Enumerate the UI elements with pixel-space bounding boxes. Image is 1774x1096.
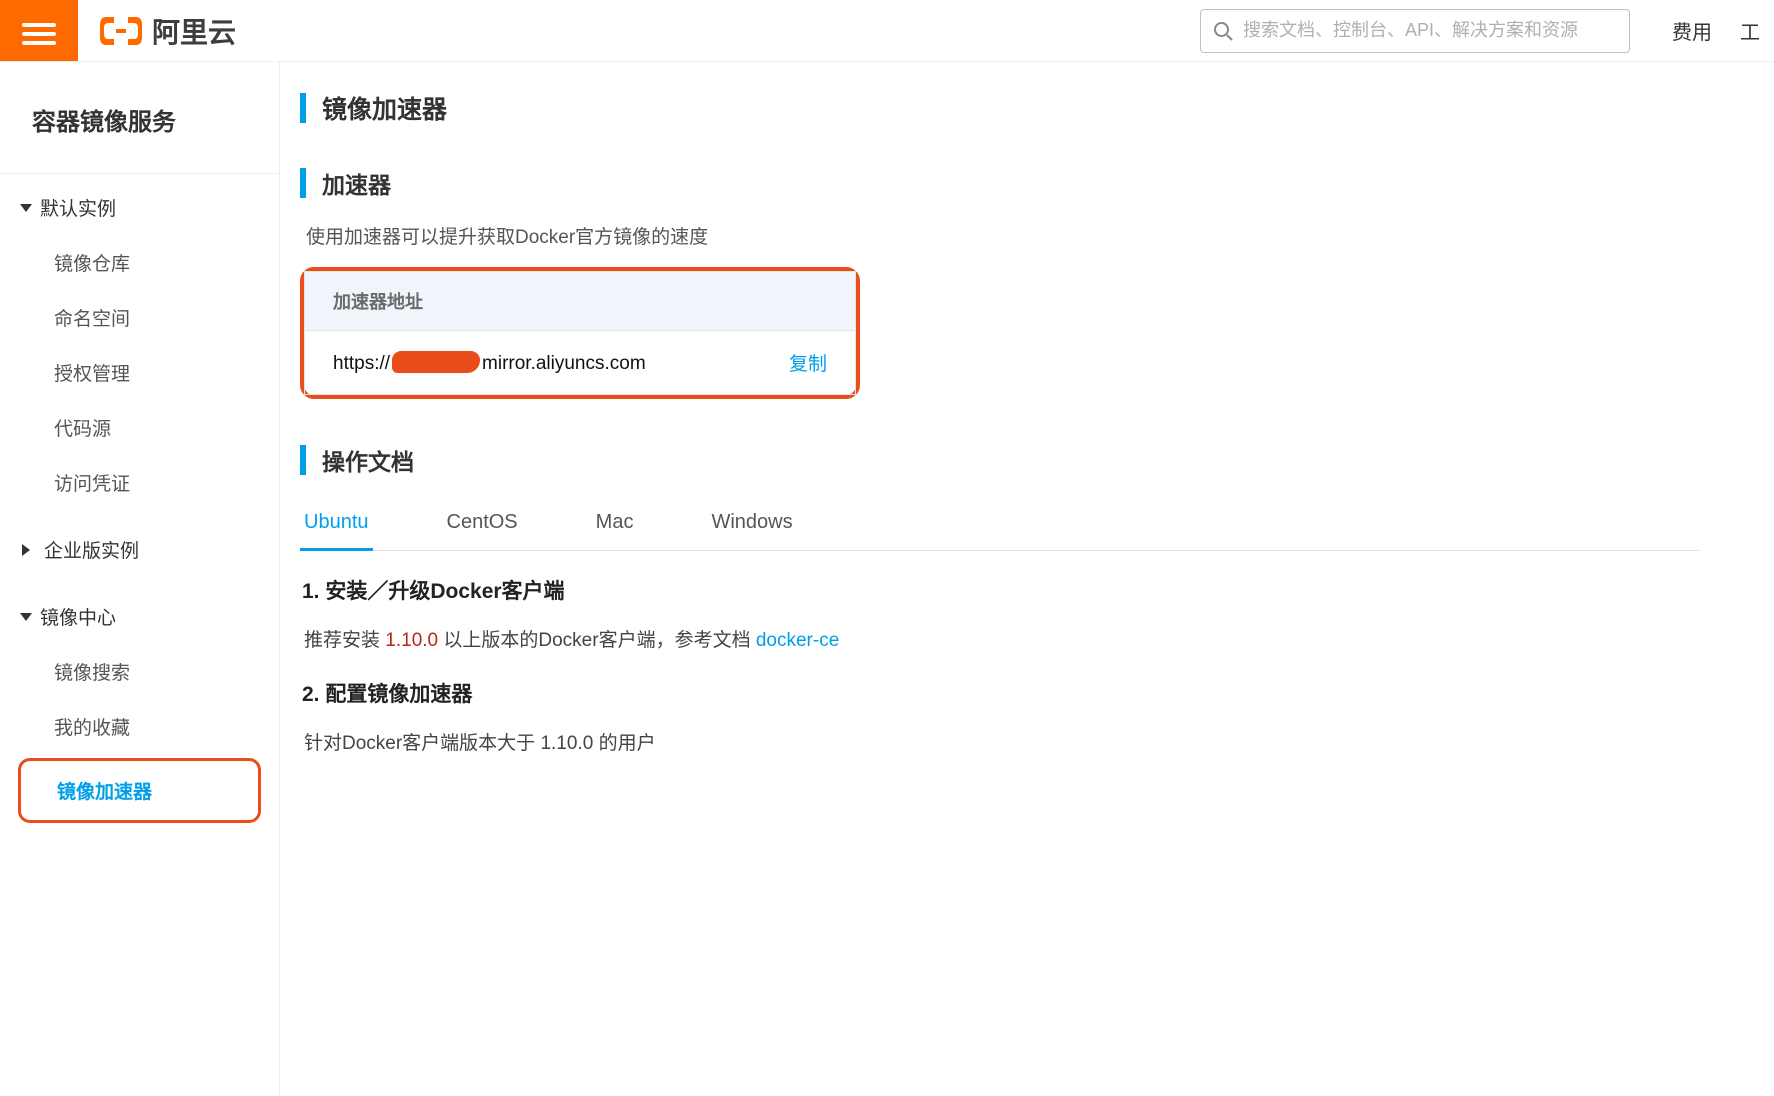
sidebar-item-access-cred[interactable]: 访问凭证: [0, 455, 279, 510]
step1-title: 1. 安装／升级Docker客户端: [302, 575, 1774, 605]
sidebar-item-image-repo[interactable]: 镜像仓库: [0, 235, 279, 290]
search-box[interactable]: [1200, 9, 1630, 53]
sidebar-item-my-fav[interactable]: 我的收藏: [0, 699, 279, 754]
page-title-row: 镜像加速器: [300, 90, 1774, 126]
sidebar-item-code-source[interactable]: 代码源: [0, 400, 279, 455]
sidebar-group-header-image-center[interactable]: 镜像中心: [0, 589, 279, 644]
step1-text: 推荐安装 1.10.0 以上版本的Docker客户端，参考文档 docker-c…: [304, 625, 1774, 652]
nav-work-partial[interactable]: 工: [1726, 16, 1774, 45]
accel-url-suffix: mirror.aliyuncs.com: [482, 353, 646, 374]
step2-title: 2. 配置镜像加速器: [302, 678, 1774, 708]
section-accel-title-row: 加速器: [300, 166, 1774, 200]
main-content: 镜像加速器 加速器 使用加速器可以提升获取Docker官方镜像的速度 加速器地址…: [280, 62, 1774, 1096]
sidebar-group-default-instance: 默认实例 镜像仓库 命名空间 授权管理 代码源 访问凭证: [0, 174, 279, 516]
accel-address-table: 加速器地址 https:// mirror.aliyuncs.com 复制: [304, 271, 856, 395]
sidebar-active-highlight: 镜像加速器: [18, 758, 261, 823]
title-accent-bar: [300, 93, 306, 123]
chevron-right-icon: [22, 544, 36, 556]
page-title: 镜像加速器: [322, 90, 447, 126]
top-nav: 阿里云 费用 工: [0, 0, 1774, 62]
section-doc-title: 操作文档: [322, 443, 414, 477]
search-input[interactable]: [1243, 20, 1617, 41]
nav-cost[interactable]: 费用: [1658, 16, 1726, 45]
title-accent-bar: [300, 168, 306, 198]
sidebar-group-label: 镜像中心: [40, 603, 116, 630]
section-accel-title: 加速器: [322, 166, 391, 200]
redacted-mark-icon: [392, 351, 480, 373]
sidebar-group-header-enterprise[interactable]: 企业版实例: [0, 522, 279, 577]
sidebar-group-label: 默认实例: [40, 194, 116, 221]
tab-mac[interactable]: Mac: [592, 499, 638, 550]
search-icon: [1213, 21, 1233, 41]
section-doc-title-row: 操作文档: [300, 443, 1774, 477]
sidebar-group-label: 企业版实例: [44, 536, 139, 563]
step1-text-before: 推荐安装: [304, 630, 385, 651]
step2-text: 针对Docker客户端版本大于 1.10.0 的用户: [304, 728, 1774, 755]
sidebar-item-namespace[interactable]: 命名空间: [0, 290, 279, 345]
accel-address-url: https:// mirror.aliyuncs.com: [333, 351, 646, 375]
sidebar-group-image-center: 镜像中心 镜像搜索 我的收藏 镜像加速器: [0, 583, 279, 833]
tab-ubuntu[interactable]: Ubuntu: [300, 499, 373, 551]
sidebar-item-auth-manage[interactable]: 授权管理: [0, 345, 279, 400]
copy-button[interactable]: 复制: [789, 349, 827, 376]
step1-text-mid: 以上版本的Docker客户端，参考文档: [438, 630, 756, 651]
step1-version: 1.10.0: [385, 630, 438, 651]
chevron-down-icon: [20, 204, 32, 212]
doc-tabs: Ubuntu CentOS Mac Windows: [300, 499, 1700, 551]
sidebar-item-image-search[interactable]: 镜像搜索: [0, 644, 279, 699]
hamburger-icon: [22, 18, 56, 44]
sidebar-title: 容器镜像服务: [0, 92, 279, 173]
brand-name: 阿里云: [152, 11, 236, 51]
sidebar-item-image-accel[interactable]: 镜像加速器: [21, 763, 258, 818]
accel-address-row: https:// mirror.aliyuncs.com 复制: [305, 331, 855, 394]
accel-desc: 使用加速器可以提升获取Docker官方镜像的速度: [306, 222, 1774, 249]
tab-centos[interactable]: CentOS: [443, 499, 522, 550]
title-accent-bar: [300, 445, 306, 475]
accel-url-prefix: https://: [333, 353, 390, 374]
sidebar: 容器镜像服务 默认实例 镜像仓库 命名空间 授权管理 代码源 访问凭证 企业版实…: [0, 62, 280, 1096]
brand[interactable]: 阿里云: [78, 0, 258, 61]
docker-ce-link[interactable]: docker-ce: [756, 630, 839, 651]
accel-address-header: 加速器地址: [305, 272, 855, 331]
chevron-down-icon: [20, 613, 32, 621]
accel-address-highlight: 加速器地址 https:// mirror.aliyuncs.com 复制: [300, 267, 860, 399]
sidebar-group-enterprise: 企业版实例: [0, 516, 279, 583]
brand-logo-icon: [100, 16, 142, 46]
sidebar-group-header-default[interactable]: 默认实例: [0, 180, 279, 235]
menu-button[interactable]: [0, 0, 78, 61]
tab-windows[interactable]: Windows: [707, 499, 796, 550]
